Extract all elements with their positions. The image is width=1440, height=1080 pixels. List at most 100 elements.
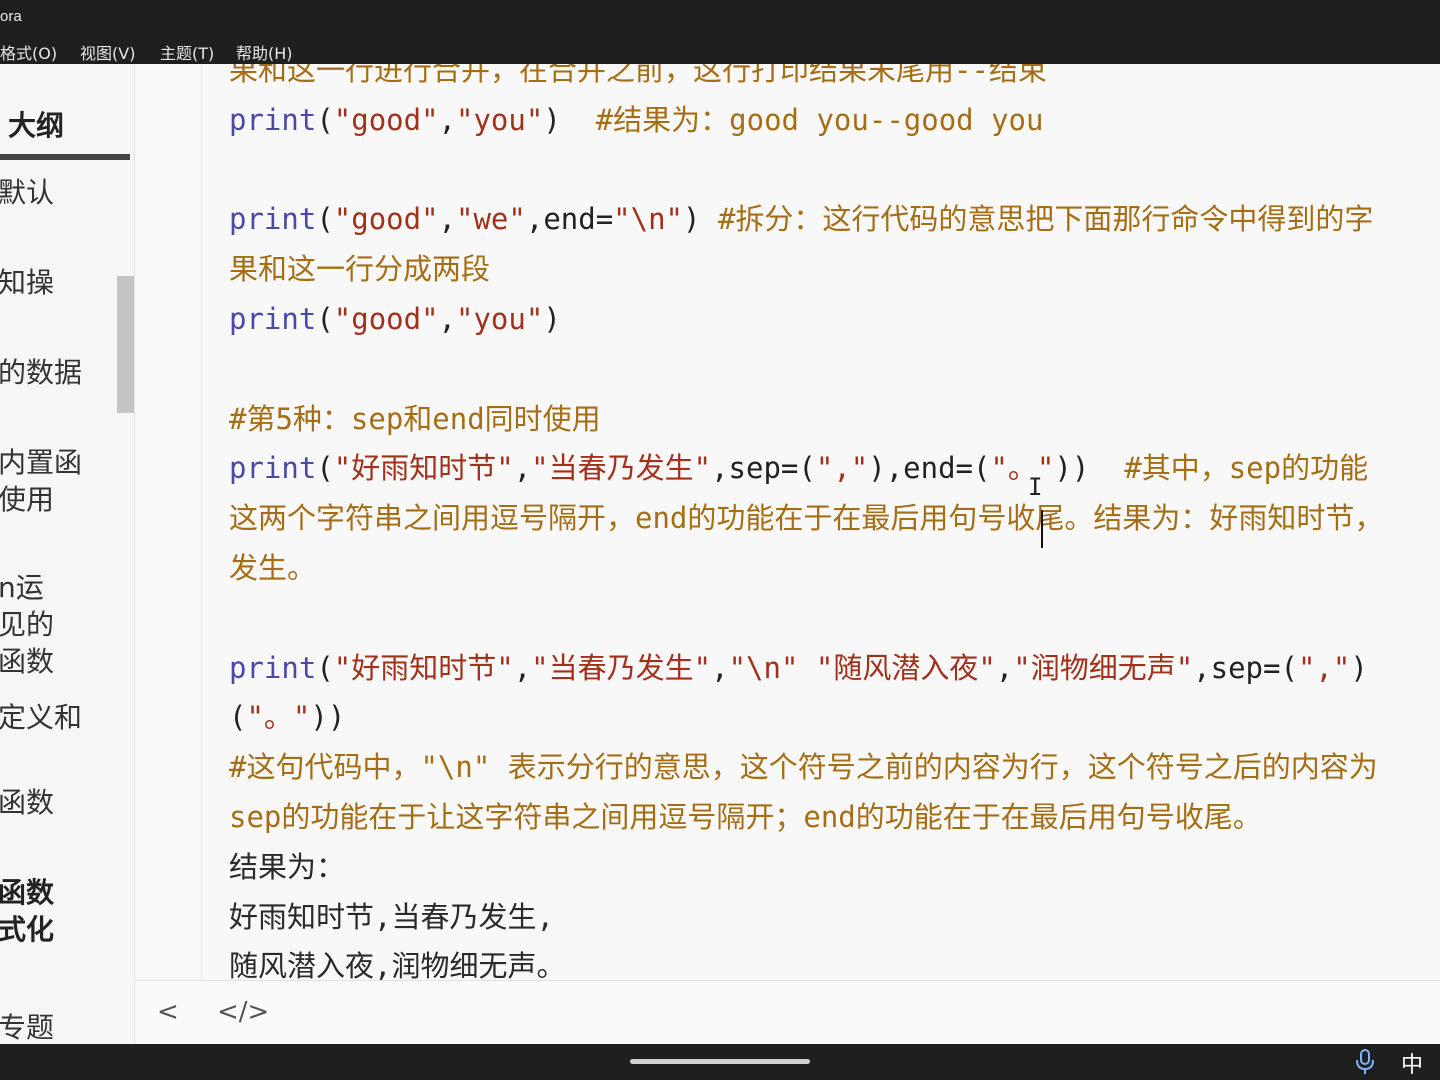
sidebar-scrollbar[interactable] [117, 276, 134, 413]
code-token: , [438, 202, 457, 237]
code-token: #拆分：这行代码的意思把下面那行命令中得到的字 [717, 202, 1374, 237]
code-line: 好雨知时节,当春乃发生, [229, 897, 554, 937]
code-token: "good" [333, 202, 439, 237]
code-token: ,sep=( [711, 451, 816, 486]
code-token: 果和这一行分成两段 [229, 252, 491, 287]
code-token: )) [310, 700, 346, 735]
code-token: print [229, 102, 317, 137]
code-token: ( [316, 451, 334, 486]
code-token: , [711, 650, 729, 685]
code-line: print("good","you") [229, 299, 561, 339]
code-token: ) [543, 302, 561, 336]
menu-help[interactable]: 帮助(H) [236, 40, 293, 64]
code-line: print("好雨知时节","当春乃发生",sep=(","),end=("。"… [229, 448, 1368, 488]
editor-pane[interactable]: 果和这一行进行合并，在合并之前，这行打印结果末尾用--结束 print("good… [135, 64, 1440, 980]
code-token: 好雨知时节,当春乃发生, [229, 899, 554, 934]
code-token: "," [1297, 650, 1351, 685]
code-token: "润物细无声" [1013, 650, 1194, 685]
code-token: print [229, 302, 317, 336]
microphone-icon[interactable] [1354, 1048, 1376, 1076]
code-token: ( [316, 650, 334, 685]
code-token: "you" [456, 102, 544, 137]
outline-item[interactable]: n运 见的 函数 [0, 569, 54, 680]
code-line: print("good","you") #结果为：good you--good … [229, 100, 1043, 140]
code-token: "you" [456, 302, 544, 336]
ime-indicator[interactable]: 中 [1401, 1047, 1423, 1079]
code-token: "\n" [613, 202, 684, 237]
code-token: "we" [456, 202, 526, 237]
code-token: "\n" "随风潜入夜" [728, 650, 996, 685]
status-bar: < </> [135, 980, 1440, 1045]
outline-item[interactable]: 内置函 使用 [0, 444, 82, 518]
menu-theme[interactable]: 主题(T) [160, 40, 214, 64]
outline-item[interactable]: 函数 [0, 784, 54, 821]
code-token: "。" [246, 700, 311, 735]
code-token: 发生。 [229, 551, 317, 585]
collapse-sidebar-button[interactable]: < [157, 997, 179, 1027]
outline-item[interactable]: 默认 [0, 174, 54, 211]
code-token: #其中，sep的功能 [1124, 451, 1369, 486]
text-cursor [1041, 510, 1043, 548]
code-token: ) [683, 202, 718, 237]
code-token: 随风潜入夜,润物细无声。 [229, 949, 566, 980]
menu-view[interactable]: 视图(V) [80, 40, 135, 64]
menu-format[interactable]: 格式(O) [0, 40, 57, 64]
code-token: ( [316, 102, 334, 137]
code-token: #结果为：good you--good you [595, 102, 1044, 137]
code-token: ) [543, 102, 596, 137]
code-token: ( [316, 302, 334, 336]
code-token: "。" [990, 451, 1055, 486]
home-handle[interactable] [630, 1059, 810, 1064]
code-token: ) [1350, 650, 1368, 685]
window-title: ora [0, 8, 22, 25]
title-bar: ora [0, 0, 1440, 34]
code-line: sep的功能在于让这字符串之间用逗号隔开；end的功能在于在最后用句号收尾。 [229, 797, 1262, 837]
code-token: ( [316, 202, 334, 237]
source-code-mode-button[interactable]: </> [217, 997, 269, 1027]
code-token: , [438, 302, 457, 336]
code-token: , [438, 102, 457, 137]
outline-item[interactable]: 定义和 [0, 699, 82, 736]
code-token: print [229, 650, 317, 685]
code-token: "当春乃发生" [531, 650, 712, 685]
code-token: #第5种：sep和end同时使用 [229, 401, 601, 436]
code-token: "好雨知时节" [333, 451, 514, 486]
code-token: "good" [333, 302, 439, 336]
code-token: ,end= [525, 202, 614, 237]
code-token: ( [229, 700, 247, 735]
code-line: 果和这一行分成两段 [229, 249, 490, 289]
outline-item[interactable]: 知操 [0, 264, 54, 301]
code-line: 结果为： [229, 847, 345, 887]
code-line: 这两个字符串之间用逗号隔开，end的功能在于在最后用句号收尾。结果为：好雨知时节… [229, 498, 1383, 538]
outline-tab-title[interactable]: 大纲 [8, 104, 64, 144]
code-token: print [229, 202, 317, 237]
code-token: ),end=( [868, 451, 991, 486]
code-token: print [229, 451, 317, 486]
code-token: "当春乃发生" [531, 451, 712, 486]
outline-item[interactable]: 专题 [0, 1009, 54, 1046]
outline-tab-indicator [0, 154, 130, 160]
outline-item[interactable]: 的数据 [0, 354, 82, 391]
system-taskbar: 中 [0, 1044, 1440, 1080]
code-token: "good" [333, 102, 439, 137]
outline-sidebar: 大纲 默认知操的数据内置函 使用 n运 见的 函数定义和函数函数 式化专题 [0, 64, 135, 1044]
outline-item[interactable]: 函数 式化 [0, 874, 54, 948]
code-line: ("。")) [229, 697, 345, 737]
code-line: 发生。 [229, 548, 316, 588]
code-token: ,sep=( [1193, 650, 1298, 685]
code-token: , [513, 650, 532, 685]
code-token: )) [1054, 451, 1125, 486]
code-line: #这句代码中，"\n" 表示分行的意思，这个符号之前的内容为行，这个符号之后的内… [229, 747, 1378, 787]
ibeam-cursor-icon: I [1028, 473, 1043, 501]
code-token: , [995, 650, 1014, 685]
code-token: "好雨知时节" [333, 650, 514, 685]
code-token: 这两个字符串之间用逗号隔开，end的功能在于在最后用句号收尾。结果为：好雨知时节… [229, 501, 1384, 536]
code-line: print("good","we",end="\n") #拆分：这行代码的意思把… [229, 199, 1373, 239]
code-token: #这句代码中，"\n" 表示分行的意思，这个符号之前的内容为行，这个符号之后的内… [229, 750, 1378, 785]
code-token: "," [815, 451, 869, 486]
code-line: #第5种：sep和end同时使用 [229, 399, 601, 439]
code-token: , [513, 451, 532, 486]
code-token: 结果为： [229, 849, 346, 884]
code-token: sep的功能在于让这字符串之间用逗号隔开；end的功能在于在最后用句号收尾。 [229, 800, 1262, 834]
code-token: 果和这一行进行合并，在合并之前，这行打印结果末尾用--结束 [229, 64, 1047, 87]
